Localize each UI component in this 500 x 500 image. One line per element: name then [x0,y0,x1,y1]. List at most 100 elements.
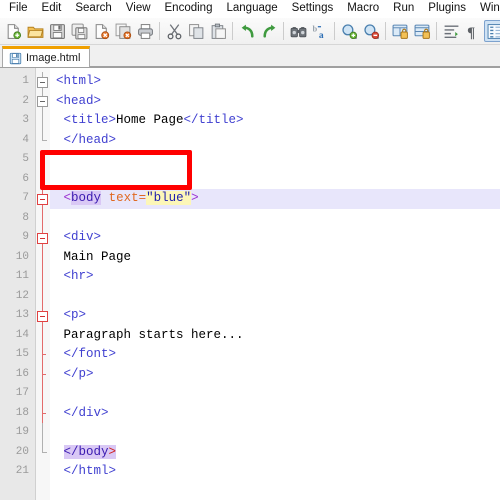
code-line[interactable]: <head> [50,92,500,112]
toolbar-separator [385,22,386,40]
fold-toggle[interactable] [36,72,50,92]
menu-run[interactable]: Run [386,0,421,17]
code-line[interactable]: <div> [50,228,500,248]
fold-toggle[interactable] [36,91,50,111]
toolbar-separator [159,22,160,40]
fold-guide [36,364,50,384]
fold-margin[interactable] [36,68,50,500]
find-icon[interactable] [287,20,309,42]
code-line[interactable]: </body> [50,443,500,463]
fold-toggle[interactable] [36,228,50,248]
code-view[interactable]: <html> <head> <title>Home Page</title> </… [50,68,500,500]
menu-plugins[interactable]: Plugins [421,0,473,17]
code-token: > [108,444,117,459]
tab-image-html[interactable]: Image.html [2,46,91,67]
toolbar-separator [232,22,233,40]
close-file-icon[interactable] [90,20,112,42]
code-line[interactable]: </p> [50,365,500,385]
save-disk-icon [9,52,22,65]
code-token: <hr> [63,269,94,283]
save-icon[interactable] [46,20,68,42]
code-token: </html> [63,464,117,478]
sync-vertical-icon[interactable] [389,20,411,42]
menu-language[interactable]: Language [219,0,284,17]
code-line[interactable] [50,423,500,443]
fold-toggle[interactable] [36,306,50,326]
zoom-out-icon[interactable] [360,20,382,42]
code-token: text= [108,191,147,205]
fold-guide [36,423,50,443]
code-line[interactable] [50,150,500,170]
menu-file[interactable]: File [2,0,35,17]
line-number: 16 [15,367,29,380]
code-line[interactable]: </html> [50,462,500,482]
fold-toggle[interactable] [36,189,50,209]
line-number: 3 [22,114,29,126]
code-line[interactable]: <html> [50,72,500,92]
fold-guide [36,247,50,267]
undo-icon[interactable] [236,20,258,42]
menu-window[interactable]: Window [473,0,500,17]
code-token: > [191,191,199,205]
line-number: 21 [15,465,29,477]
word-wrap-icon[interactable] [440,20,462,42]
cut-icon[interactable] [163,20,185,42]
code-line[interactable] [50,170,500,190]
code-line[interactable]: Main Page [50,248,500,268]
menu-search[interactable]: Search [68,0,118,17]
line-number: 17 [15,387,29,399]
code-token: </font> [63,347,117,361]
line-number: 8 [22,211,29,224]
close-all-icon[interactable] [112,20,134,42]
code-line[interactable] [50,384,500,404]
code-token: </p> [63,366,94,381]
code-line[interactable] [50,209,500,229]
code-token: Paragraph starts here... [63,327,244,342]
menu-encoding[interactable]: Encoding [158,0,220,17]
fold-guide [36,442,50,463]
code-token: </div> [63,405,109,420]
menu-macro[interactable]: Macro [340,0,386,17]
code-token: </head> [63,132,117,147]
fold-guide [36,208,50,228]
fold-guide [36,345,50,365]
code-line[interactable]: Paragraph starts here... [50,326,500,346]
code-line[interactable] [50,287,500,307]
code-token: Main Page [63,249,132,264]
toolbar-separator [334,22,335,40]
copy-icon[interactable] [185,20,207,42]
zoom-in-icon[interactable] [338,20,360,42]
sync-horizontal-icon[interactable] [411,20,433,42]
print-icon[interactable] [134,20,156,42]
line-number: 5 [22,153,29,165]
code-line[interactable]: <body text="blue"> [50,189,500,209]
code-line[interactable]: <p> [50,306,500,326]
fold-guide [36,403,50,423]
toolbar-separator [436,22,437,40]
menu-settings[interactable]: Settings [285,0,341,17]
code-token: </title> [183,113,244,127]
open-folder-icon[interactable] [24,20,46,42]
line-number: 2 [22,94,29,107]
editor-area[interactable]: 1 2 3 4 5 6 7 8 9 10 11 12 13 14 15 16 17 18 19 20 21 <html>… [0,68,500,500]
replace-icon[interactable]: ba [309,20,331,42]
save-all-icon[interactable] [68,20,90,42]
menu-edit[interactable]: Edit [35,0,69,17]
redo-icon[interactable] [258,20,280,42]
menu-view[interactable]: View [119,0,158,17]
svg-text:a: a [318,29,323,39]
code-line[interactable]: <hr> [50,267,500,287]
line-number: 12 [15,289,29,302]
code-line[interactable]: </head> [50,131,500,151]
show-all-chars-icon[interactable]: ¶ [462,20,484,42]
line-number: 10 [15,250,29,263]
svg-text:b: b [312,23,317,33]
indent-guide-icon[interactable] [484,20,500,42]
code-line[interactable]: </div> [50,404,500,424]
code-line[interactable]: <title>Home Page</title> [50,111,500,131]
code-line[interactable]: </font> [50,345,500,365]
notepadpp-window: File Edit Search View Encoding Language Settin… [0,0,500,500]
line-number-gutter: 1 2 3 4 5 6 7 8 9 10 11 12 13 14 15 16 17 18 19 20 21 [0,68,36,500]
new-file-icon[interactable] [2,20,24,42]
paste-icon[interactable] [207,20,229,42]
